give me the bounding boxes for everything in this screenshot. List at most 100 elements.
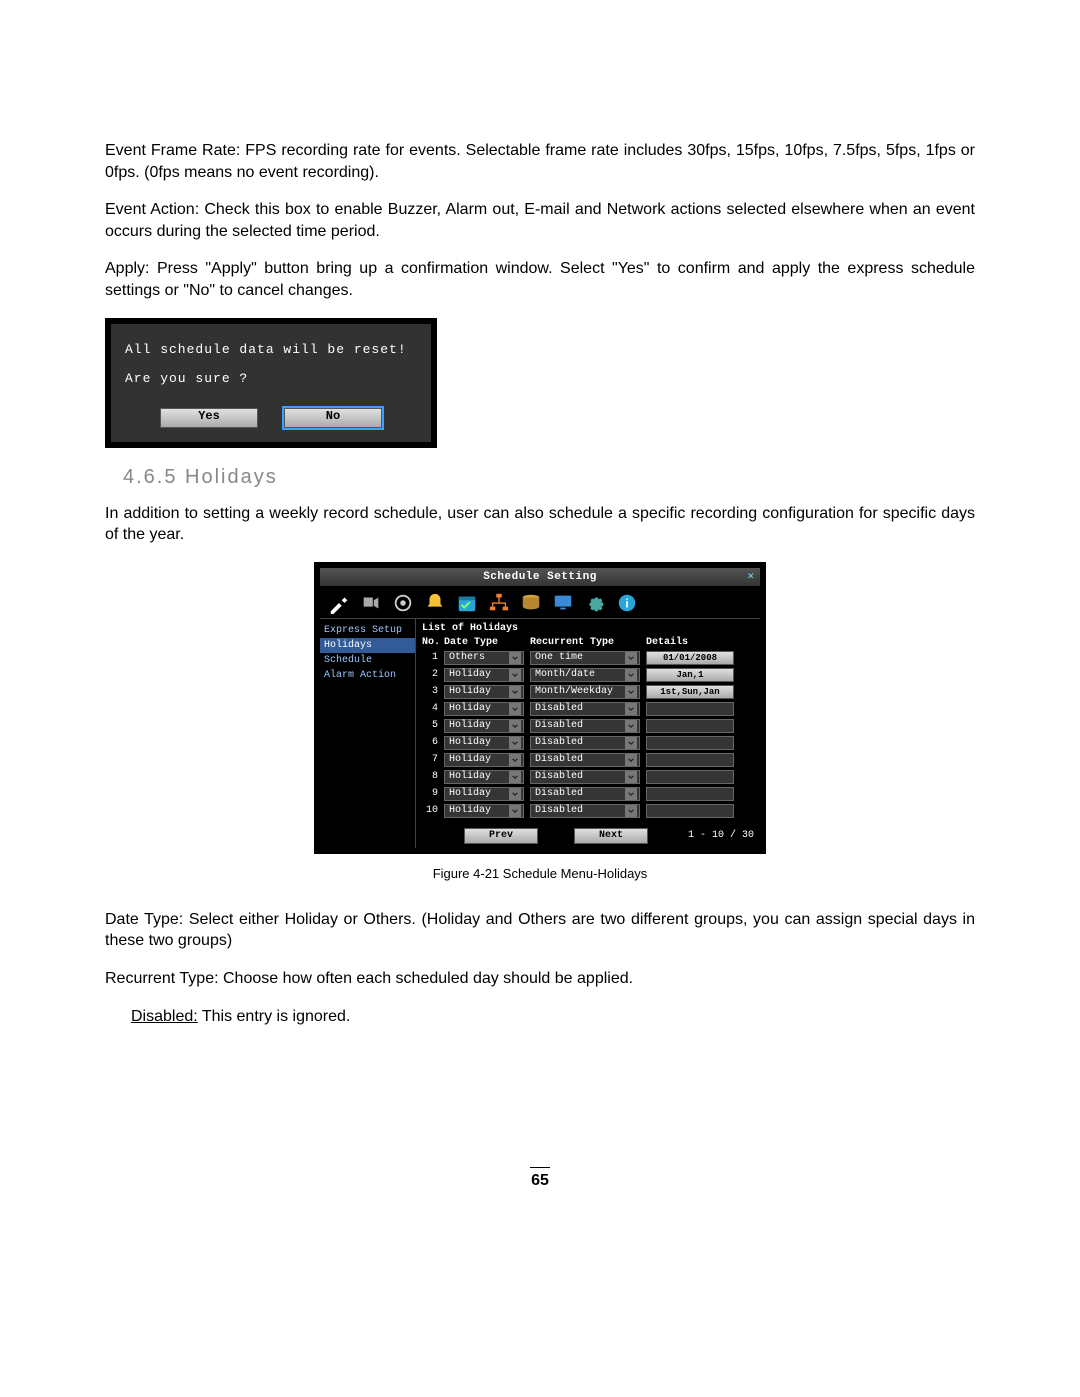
body-ea: Check this box to enable Buzzer, Alarm o… xyxy=(105,201,975,240)
details-button[interactable]: 1st,Sun,Jan xyxy=(646,685,734,699)
chevron-down-icon xyxy=(509,669,521,681)
prev-button[interactable]: Prev xyxy=(464,828,538,844)
recurrent-type-dropdown[interactable]: Disabled xyxy=(530,787,640,801)
table-row: 1 Others One time 01/01/2008 xyxy=(422,651,754,665)
sidebar-item-holidays[interactable]: Holidays xyxy=(320,638,415,653)
paragraph-event-frame-rate: Event Frame Rate: FPS recording rate for… xyxy=(105,140,975,183)
sidebar-item-schedule[interactable]: Schedule xyxy=(320,653,415,668)
date-type-dropdown[interactable]: Holiday xyxy=(444,668,524,682)
date-type-dropdown[interactable]: Holiday xyxy=(444,787,524,801)
header-date-type: Date Type xyxy=(444,637,524,648)
row-no: 2 xyxy=(422,669,438,680)
row-no: 10 xyxy=(422,805,438,816)
chevron-down-icon xyxy=(509,652,521,664)
chevron-down-icon xyxy=(625,703,637,715)
confirm-dialog: All schedule data will be reset! Are you… xyxy=(105,318,437,448)
recurrent-type-dropdown[interactable]: Month/date xyxy=(530,668,640,682)
list-title: List of Holidays xyxy=(422,623,754,634)
date-type-dropdown[interactable]: Holiday xyxy=(444,685,524,699)
details-button[interactable]: Jan,1 xyxy=(646,668,734,682)
chevron-down-icon xyxy=(625,737,637,749)
row-no: 7 xyxy=(422,754,438,765)
table-row: 2 Holiday Month/date Jan,1 xyxy=(422,668,754,682)
details-button xyxy=(646,736,734,750)
term-efr: Event Frame Rate: xyxy=(105,142,245,159)
body-disabled: This entry is ignored. xyxy=(198,1008,351,1025)
body-datetype: Select either Holiday or Others. (Holida… xyxy=(105,911,975,950)
window-title: Schedule Setting xyxy=(483,571,597,583)
details-button xyxy=(646,770,734,784)
main-panel: List of Holidays No. Date Type Recurrent… xyxy=(416,619,760,848)
term-apply: Apply: xyxy=(105,260,157,277)
info-icon[interactable]: i xyxy=(616,592,638,614)
recurrent-type-dropdown[interactable]: Disabled xyxy=(530,702,640,716)
term-disabled: Disabled: xyxy=(131,1008,198,1025)
camera-icon[interactable] xyxy=(360,592,382,614)
header-no: No. xyxy=(422,637,438,648)
recurrent-type-dropdown[interactable]: Month/Weekday xyxy=(530,685,640,699)
schedule-setting-window: Schedule Setting ✕ i Express SetupHolida… xyxy=(314,562,766,854)
calendar-icon[interactable] xyxy=(456,592,478,614)
date-type-dropdown[interactable]: Holiday xyxy=(444,753,524,767)
details-button xyxy=(646,702,734,716)
yes-button[interactable]: Yes xyxy=(160,408,258,428)
term-ea: Event Action: xyxy=(105,201,204,218)
section-title-holidays: 4.6.5 Holidays xyxy=(123,466,975,489)
recurrent-type-dropdown[interactable]: Disabled xyxy=(530,770,640,784)
row-no: 6 xyxy=(422,737,438,748)
chevron-down-icon xyxy=(509,771,521,783)
date-type-dropdown[interactable]: Holiday xyxy=(444,736,524,750)
details-button xyxy=(646,804,734,818)
sidebar-item-express-setup[interactable]: Express Setup xyxy=(320,623,415,638)
table-row: 6 Holiday Disabled xyxy=(422,736,754,750)
date-type-dropdown[interactable]: Others xyxy=(444,651,524,665)
svg-text:i: i xyxy=(625,596,628,610)
recurrent-type-dropdown[interactable]: One time xyxy=(530,651,640,665)
date-type-dropdown[interactable]: Holiday xyxy=(444,719,524,733)
chevron-down-icon xyxy=(509,720,521,732)
chevron-down-icon xyxy=(625,805,637,817)
disk-icon[interactable] xyxy=(520,592,542,614)
bell-icon[interactable] xyxy=(424,592,446,614)
no-button[interactable]: No xyxy=(284,408,382,428)
chevron-down-icon xyxy=(509,686,521,698)
chevron-down-icon xyxy=(625,754,637,766)
wand-icon[interactable] xyxy=(328,592,350,614)
chevron-down-icon xyxy=(509,737,521,749)
chevron-down-icon xyxy=(625,771,637,783)
table-row: 9 Holiday Disabled xyxy=(422,787,754,801)
date-type-dropdown[interactable]: Holiday xyxy=(444,702,524,716)
gear-icon[interactable] xyxy=(584,592,606,614)
sidebar-item-alarm-action[interactable]: Alarm Action xyxy=(320,668,415,683)
table-row: 5HolidayDisabled xyxy=(422,719,754,733)
next-button[interactable]: Next xyxy=(574,828,648,844)
paragraph-date-type: Date Type: Select either Holiday or Othe… xyxy=(105,909,975,952)
paragraph-event-action: Event Action: Check this box to enable B… xyxy=(105,199,975,242)
monitor-icon[interactable] xyxy=(552,592,574,614)
page-number: 65 xyxy=(531,1172,549,1189)
recurrent-type-dropdown[interactable]: Disabled xyxy=(530,753,640,767)
term-datetype: Date Type: xyxy=(105,911,189,928)
header-recurrent: Recurrent Type xyxy=(530,637,640,648)
row-no: 1 xyxy=(422,652,438,663)
body-recurrent: Choose how often each scheduled day shou… xyxy=(223,970,633,987)
body-apply: Press "Apply" button bring up a confirma… xyxy=(105,260,975,299)
details-button xyxy=(646,753,734,767)
recurrent-type-dropdown[interactable]: Disabled xyxy=(530,736,640,750)
row-no: 3 xyxy=(422,686,438,697)
chevron-down-icon xyxy=(509,788,521,800)
chevron-down-icon xyxy=(509,805,521,817)
paragraph-holidays-intro: In addition to setting a weekly record s… xyxy=(105,503,975,546)
recurrent-type-dropdown[interactable]: Disabled xyxy=(530,719,640,733)
recurrent-type-dropdown[interactable]: Disabled xyxy=(530,804,640,818)
close-icon[interactable]: ✕ xyxy=(742,568,760,586)
paragraph-recurrent-type: Recurrent Type: Choose how often each sc… xyxy=(105,968,975,990)
chevron-down-icon xyxy=(509,754,521,766)
row-no: 9 xyxy=(422,788,438,799)
date-type-dropdown[interactable]: Holiday xyxy=(444,804,524,818)
date-type-dropdown[interactable]: Holiday xyxy=(444,770,524,784)
network-icon[interactable] xyxy=(488,592,510,614)
details-button[interactable]: 01/01/2008 xyxy=(646,651,734,665)
record-icon[interactable] xyxy=(392,592,414,614)
page-info: 1 - 10 / 30 xyxy=(688,830,754,841)
